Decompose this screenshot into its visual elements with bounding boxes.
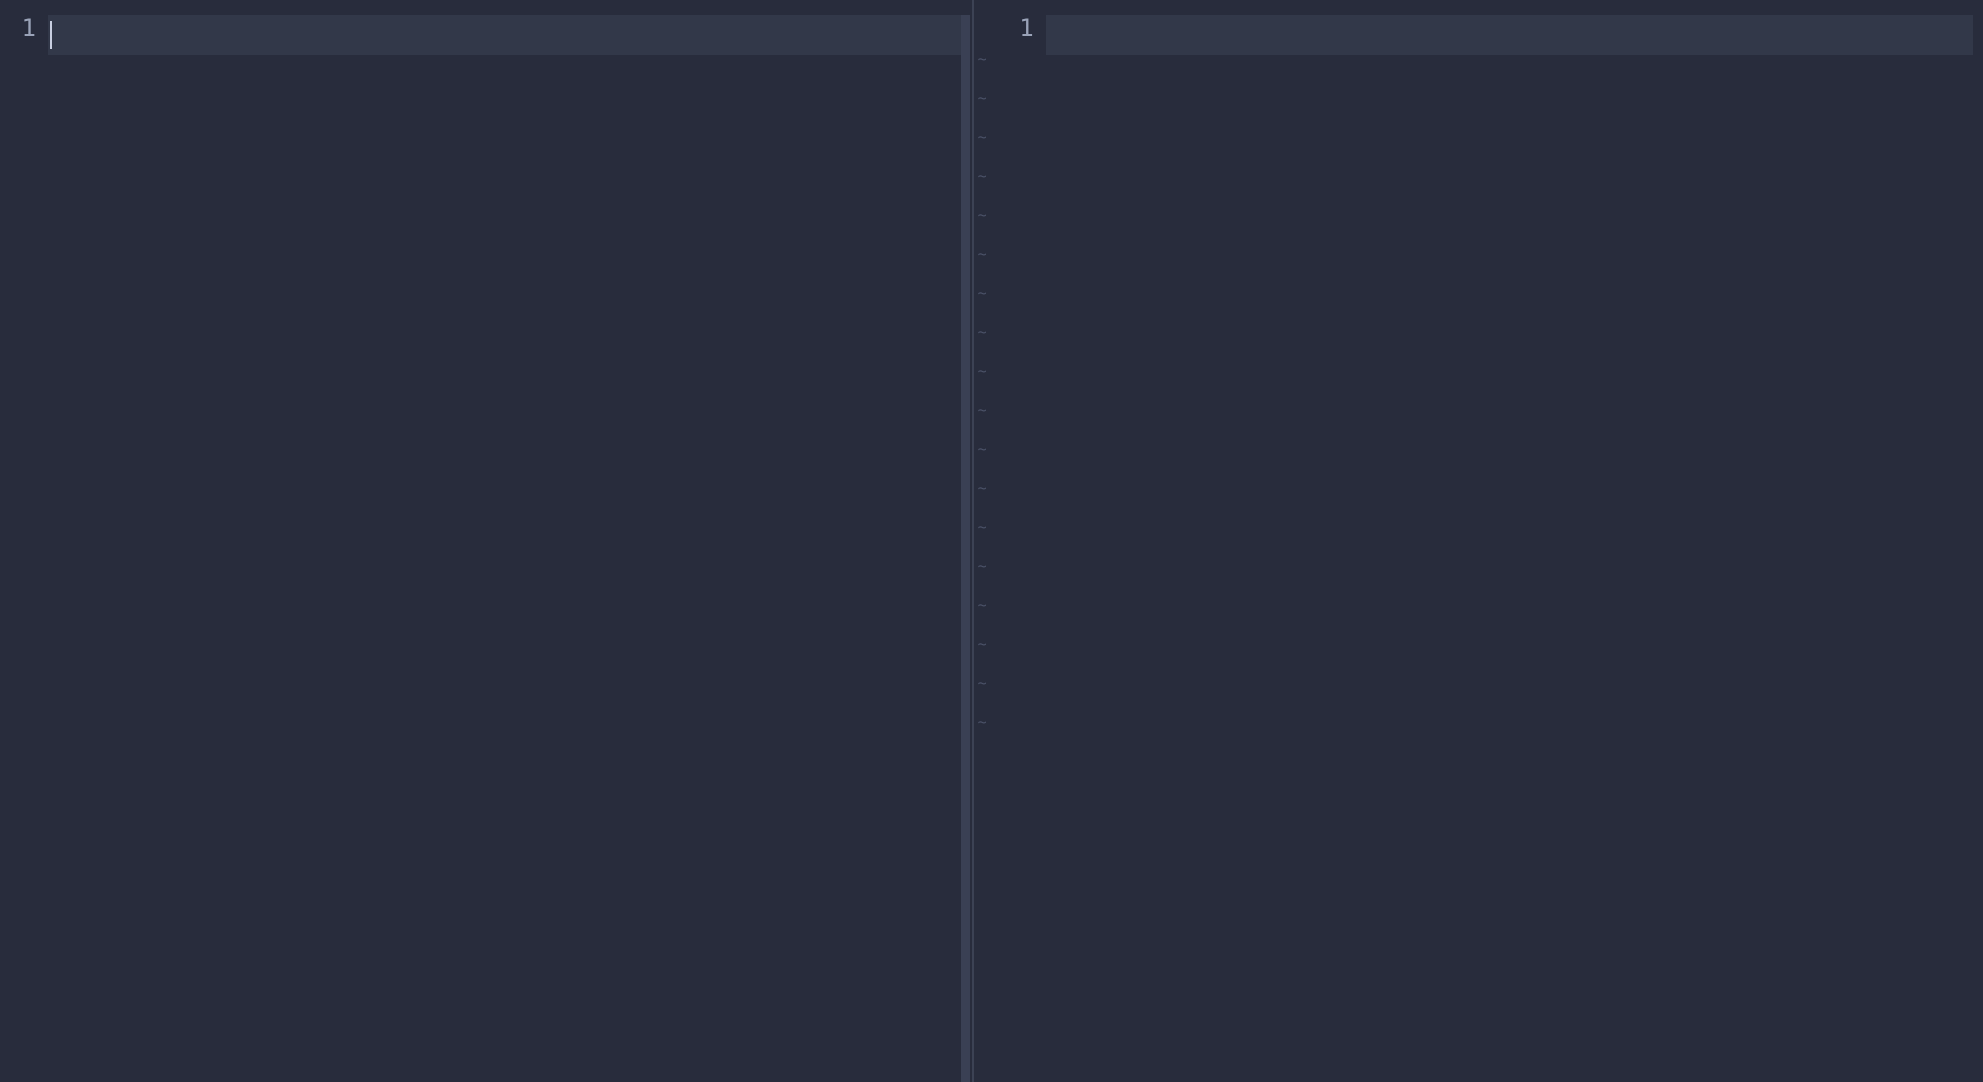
tilde-marker: ~	[978, 625, 987, 664]
tilde-marker: ~	[978, 40, 987, 79]
tilde-marker: ~	[978, 118, 987, 157]
tilde-marker: ~	[978, 313, 987, 352]
editor-pane-right[interactable]: 1 ~~~~~~~~~~~~~~~~~~	[974, 0, 1983, 1082]
tilde-marker: ~	[978, 508, 987, 547]
editor-pane-left[interactable]: 1	[0, 0, 972, 1082]
line-number: 1	[0, 15, 48, 40]
line-number: 1	[974, 15, 1046, 40]
tilde-marker: ~	[978, 586, 987, 625]
tilde-marker: ~	[978, 79, 987, 118]
editor-line-row[interactable]: 1	[974, 0, 1983, 40]
tilde-marker: ~	[978, 352, 987, 391]
scrollbar-vertical[interactable]	[958, 15, 972, 1082]
editor-split-container: 1 1 ~~~~~~~~~~~~~~~~~~	[0, 0, 1983, 1082]
tilde-marker: ~	[978, 469, 987, 508]
tilde-marker: ~	[978, 196, 987, 235]
tilde-marker: ~	[978, 547, 987, 586]
editor-empty-area[interactable]: ~~~~~~~~~~~~~~~~~~	[974, 40, 1983, 1082]
tilde-marker: ~	[978, 664, 987, 703]
tilde-marker: ~	[978, 430, 987, 469]
tilde-column: ~~~~~~~~~~~~~~~~~~	[978, 40, 987, 742]
tilde-marker: ~	[978, 274, 987, 313]
tilde-marker: ~	[978, 235, 987, 274]
tilde-marker: ~	[978, 703, 987, 742]
tilde-marker: ~	[978, 391, 987, 430]
scrollbar-thumb[interactable]	[961, 15, 970, 1082]
editor-line-row[interactable]: 1	[0, 0, 972, 40]
editor-empty-area[interactable]	[0, 40, 972, 1082]
tilde-marker: ~	[978, 157, 987, 196]
